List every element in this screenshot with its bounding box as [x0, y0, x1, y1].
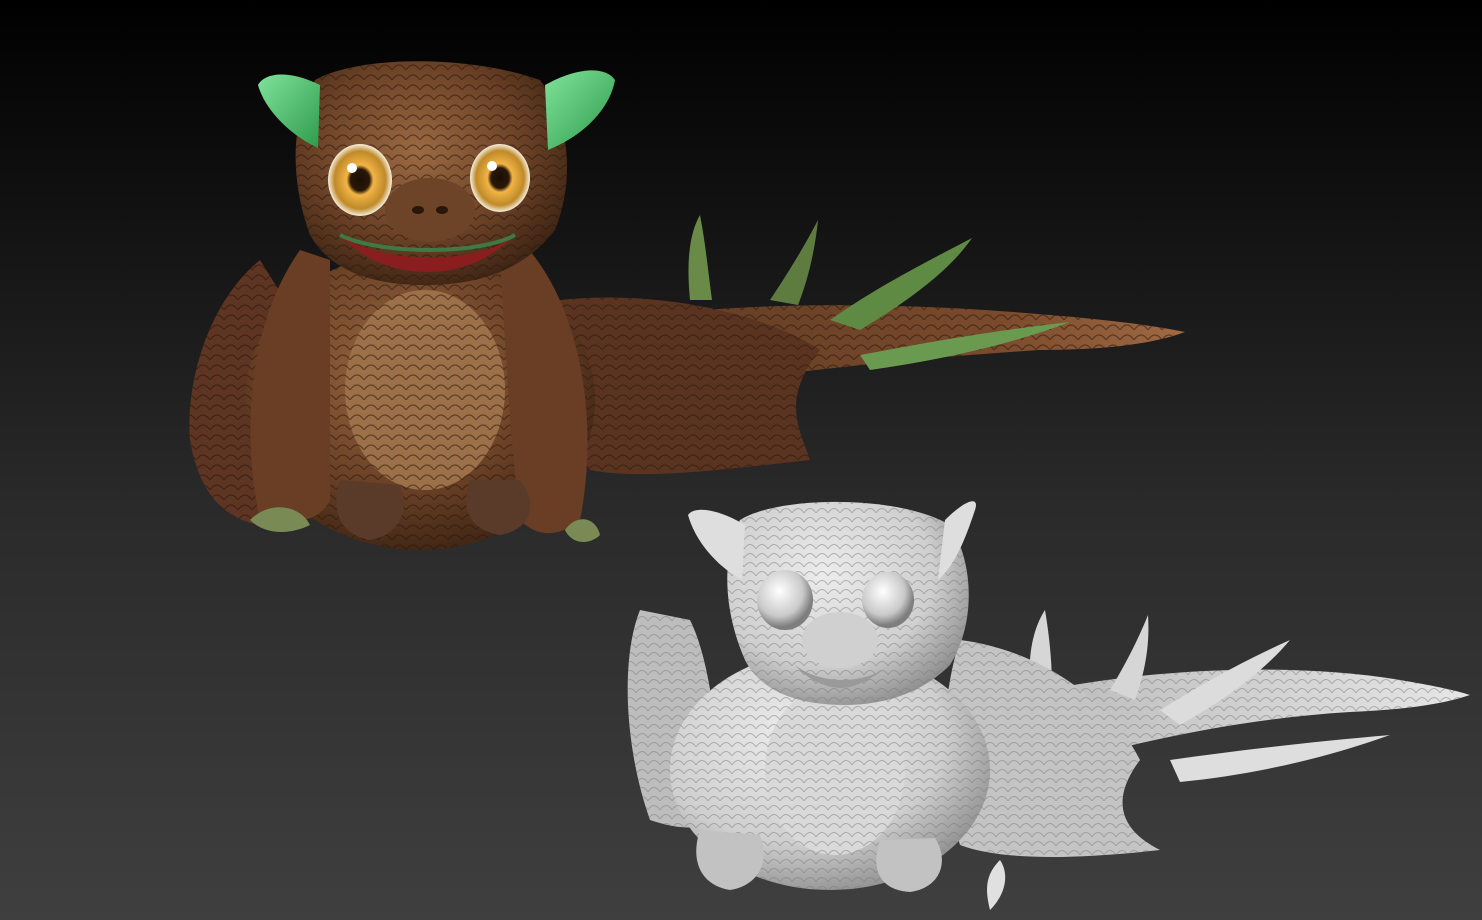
clay-dragon-model — [627, 501, 1470, 910]
render-viewport — [0, 0, 1482, 920]
